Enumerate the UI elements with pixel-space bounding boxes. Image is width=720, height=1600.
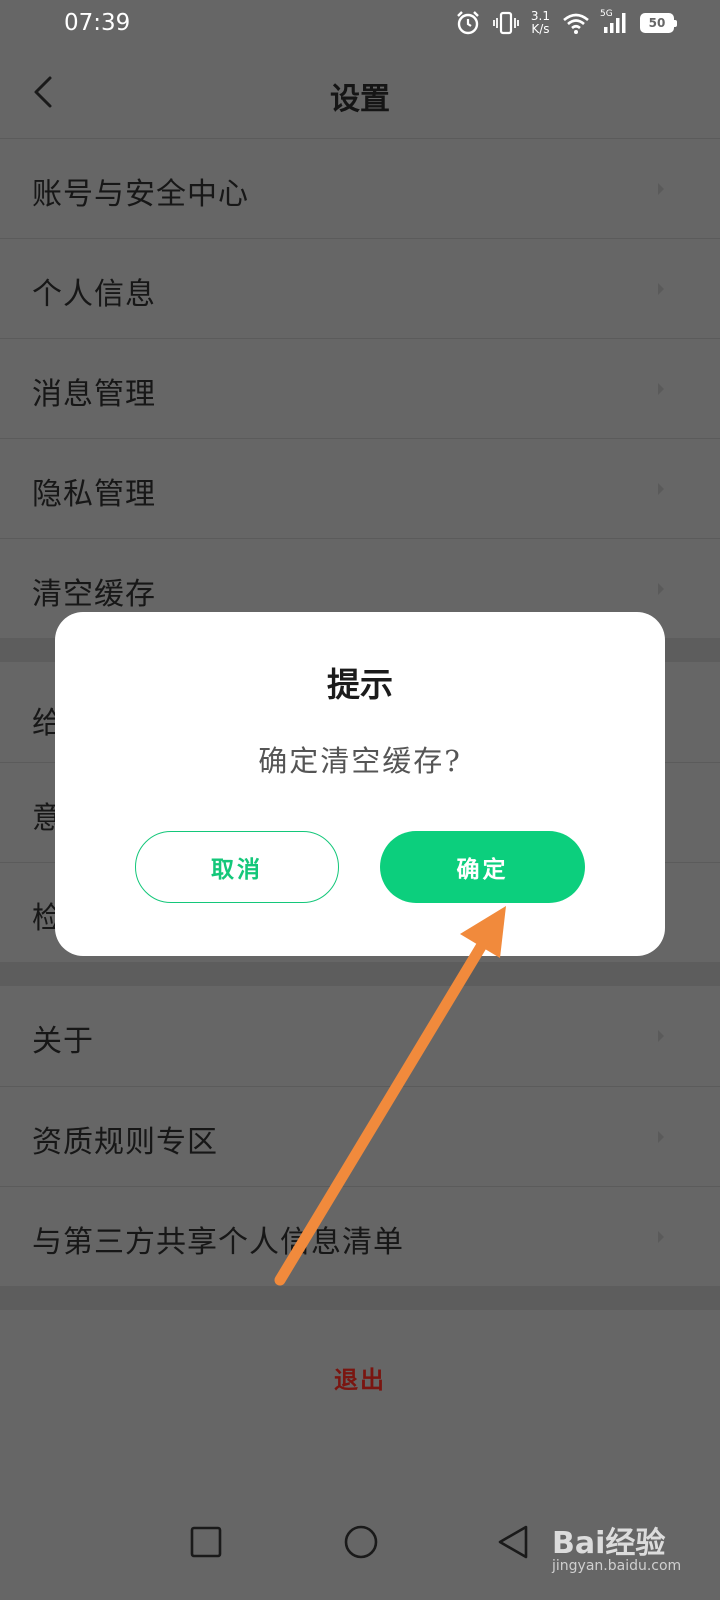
settings-item-label: 关于	[32, 1024, 94, 1059]
battery-icon: 50	[640, 13, 677, 33]
settings-item-label: 消息管理	[32, 377, 156, 412]
section-divider	[0, 962, 720, 986]
settings-group-1: 账号与安全中心 个人信息 消息管理 隐私管理 清空缓存	[0, 138, 720, 638]
chevron-right-icon	[658, 183, 664, 195]
settings-item-personal-info[interactable]: 个人信息	[0, 238, 720, 338]
wifi-icon	[563, 13, 589, 34]
chevron-right-icon	[658, 1231, 664, 1243]
back-triangle-icon[interactable]	[496, 1524, 530, 1560]
confirm-dialog: 提示 确定清空缓存? 取消 确定	[55, 612, 665, 956]
status-time: 07:39	[64, 10, 131, 36]
battery-level: 50	[648, 16, 666, 30]
settings-item-third-party-sharing[interactable]: 与第三方共享个人信息清单	[0, 1186, 720, 1286]
chevron-right-icon	[658, 583, 664, 595]
chevron-right-icon	[658, 1131, 664, 1143]
page-title: 设置	[330, 82, 390, 117]
settings-item-label: 隐私管理	[32, 477, 156, 512]
watermark-brand: Bai经验	[552, 1526, 666, 1561]
logout-button[interactable]: 退出	[0, 1360, 720, 1395]
watermark-url: jingyan.baidu.com	[552, 1558, 682, 1574]
cell-signal: 5G	[600, 9, 628, 35]
confirm-button[interactable]: 确定	[380, 831, 585, 903]
chevron-right-icon	[658, 1030, 664, 1042]
chevron-right-icon	[658, 283, 664, 295]
settings-item-account-security[interactable]: 账号与安全中心	[0, 138, 720, 238]
status-bar: 07:39 3.1 K/s 5G 50	[0, 0, 720, 50]
network-type: 5G	[600, 9, 613, 19]
home-icon[interactable]	[343, 1524, 379, 1560]
net-speed-unit: K/s	[531, 22, 550, 36]
settings-item-qualification-rules[interactable]: 资质规则专区	[0, 1086, 720, 1186]
alarm-icon	[457, 11, 479, 35]
vibrate-icon	[493, 11, 519, 35]
settings-item-about[interactable]: 关于	[0, 986, 720, 1086]
settings-group-3: 关于 资质规则专区 与第三方共享个人信息清单	[0, 986, 720, 1286]
section-divider	[0, 1286, 720, 1310]
cancel-button[interactable]: 取消	[135, 831, 339, 903]
status-icons: 3.1 K/s 5G 50	[455, 9, 677, 36]
net-speed: 3.1 K/s	[531, 10, 550, 36]
settings-screen: 07:39 3.1 K/s 5G 50 设置 账号与安全中心 个人信息 消息管理…	[0, 0, 720, 1600]
header: 设置	[0, 50, 720, 138]
settings-item-privacy-management[interactable]: 隐私管理	[0, 438, 720, 538]
settings-item-label: 个人信息	[32, 277, 156, 312]
dialog-message: 确定清空缓存?	[258, 744, 462, 778]
recent-apps-icon[interactable]	[190, 1526, 222, 1558]
settings-item-message-management[interactable]: 消息管理	[0, 338, 720, 438]
settings-item-label: 资质规则专区	[32, 1125, 218, 1160]
chevron-right-icon	[658, 483, 664, 495]
settings-item-label: 账号与安全中心	[32, 177, 249, 212]
settings-item-label: 与第三方共享个人信息清单	[32, 1225, 404, 1260]
dialog-title: 提示	[327, 665, 393, 704]
chevron-right-icon	[658, 383, 664, 395]
settings-item-label: 清空缓存	[32, 577, 156, 612]
